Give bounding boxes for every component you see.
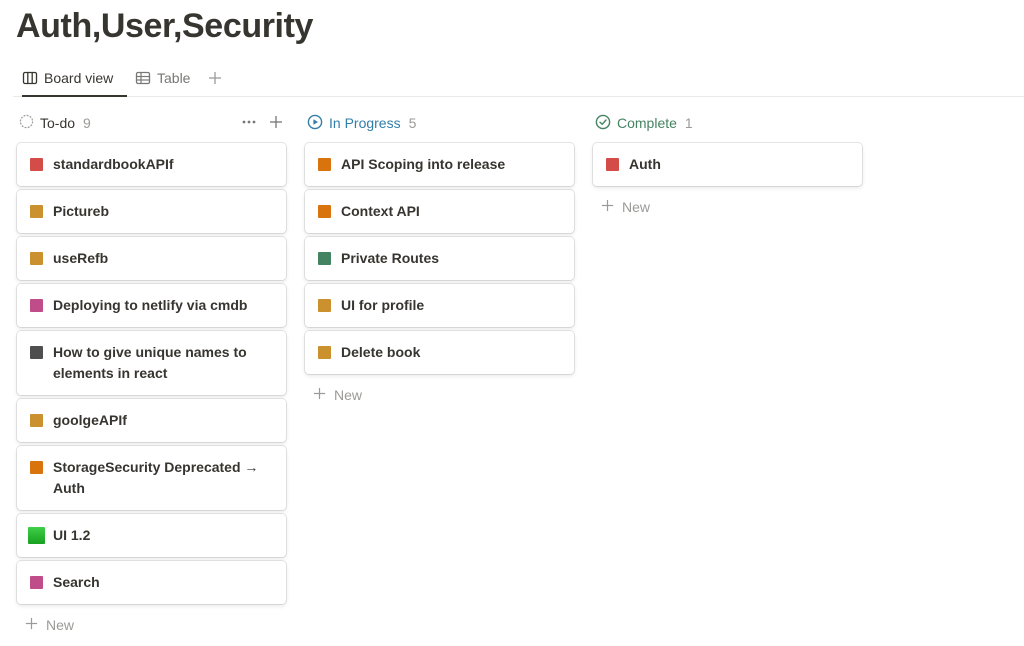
card-title: Auth <box>629 156 661 172</box>
card-title: standardbookAPIf <box>53 156 174 172</box>
card[interactable]: goolgeAPIf <box>17 399 286 442</box>
card[interactable]: Delete book <box>305 331 574 374</box>
card[interactable]: useRefb <box>17 237 286 280</box>
new-card-label: New <box>334 387 363 403</box>
column-header: In Progress 5 <box>305 112 575 134</box>
plus-icon <box>313 387 326 403</box>
color-square-icon <box>318 299 331 312</box>
new-card-button[interactable]: New <box>593 196 863 218</box>
card-title: Deploying to netlify via cmdb <box>53 297 248 313</box>
color-square-icon <box>30 461 43 474</box>
card-title: Pictureb <box>53 203 110 219</box>
card-title: UI 1.2 <box>53 527 91 543</box>
card[interactable]: Auth <box>593 143 862 186</box>
card[interactable]: Search <box>17 561 286 604</box>
play-circle-icon <box>307 114 323 133</box>
card[interactable]: StorageSecurity Deprecated → Auth <box>17 446 286 510</box>
column-count: 9 <box>83 115 91 131</box>
card-title: StorageSecurity Deprecated → Auth <box>53 459 259 496</box>
card-title: Context API <box>341 203 420 219</box>
card-title: API Scoping into release <box>341 156 506 172</box>
plus-icon <box>25 617 38 633</box>
circle-dashed-icon <box>19 114 34 132</box>
tab-table-label: Table <box>157 70 191 86</box>
color-square-icon <box>318 346 331 359</box>
new-card-button[interactable]: New <box>17 614 287 636</box>
card-list: Auth <box>593 143 863 186</box>
card[interactable]: standardbookAPIf <box>17 143 286 186</box>
card[interactable]: Deploying to netlify via cmdb <box>17 284 286 327</box>
view-tabs: Board view Table <box>13 60 1024 97</box>
card-list: API Scoping into release Context API Pri… <box>305 143 575 374</box>
new-card-label: New <box>46 617 75 633</box>
color-square-icon <box>606 158 619 171</box>
tab-table[interactable]: Table <box>135 60 199 96</box>
color-square-icon <box>318 252 331 265</box>
card[interactable]: Pictureb <box>17 190 286 233</box>
green-square-icon <box>28 527 45 544</box>
column-header: To-do 9 <box>17 112 287 134</box>
tab-board-view[interactable]: Board view <box>22 60 127 97</box>
new-card-label: New <box>622 199 651 215</box>
column-header: Complete 1 <box>593 112 863 134</box>
table-icon <box>135 70 151 86</box>
color-square-icon <box>30 414 43 427</box>
column-count: 5 <box>408 115 417 131</box>
color-square-icon <box>30 205 43 218</box>
card[interactable]: API Scoping into release <box>305 143 574 186</box>
color-square-icon <box>30 576 43 589</box>
card[interactable]: Context API <box>305 190 574 233</box>
new-card-button[interactable]: New <box>305 384 575 406</box>
card[interactable]: Private Routes <box>305 237 574 280</box>
page-title: Auth,User,Security <box>16 7 314 45</box>
color-square-icon <box>318 158 331 171</box>
card-title: How to give unique names to elements in … <box>53 344 247 381</box>
column-title: Complete <box>617 115 677 131</box>
card[interactable]: How to give unique names to elements in … <box>17 331 286 395</box>
column-title: In Progress <box>329 115 401 131</box>
plus-icon <box>208 71 222 85</box>
card[interactable]: UI 1.2 <box>17 514 286 557</box>
column-complete: Complete 1 Auth New <box>593 112 863 218</box>
column-actions <box>241 112 283 134</box>
check-circle-icon <box>595 114 611 133</box>
card-title: Search <box>53 574 100 590</box>
card-title: goolgeAPIf <box>53 412 127 428</box>
column-title: To-do <box>40 115 76 131</box>
card[interactable]: UI for profile <box>305 284 574 327</box>
card-title: Private Routes <box>341 250 440 266</box>
color-square-icon <box>30 158 43 171</box>
color-square-icon <box>30 299 43 312</box>
tab-board-label: Board view <box>44 70 114 86</box>
card-title: UI for profile <box>341 297 425 313</box>
color-square-icon <box>318 205 331 218</box>
card-title: useRefb <box>53 250 109 266</box>
column-in-progress: In Progress 5 API Scoping into release C… <box>305 112 575 406</box>
column-todo: To-do 9 standardbookAPIf Pictureb useRef… <box>17 112 287 636</box>
plus-icon <box>601 199 614 215</box>
color-square-icon <box>30 252 43 265</box>
card-list: standardbookAPIf Pictureb useRefb Deploy… <box>17 143 287 604</box>
more-icon[interactable] <box>241 114 257 133</box>
color-square-icon <box>30 346 43 359</box>
card-title: Delete book <box>341 344 421 360</box>
add-card-icon[interactable] <box>269 115 283 132</box>
column-count: 1 <box>684 115 693 131</box>
board-icon <box>22 70 38 86</box>
add-view-button[interactable] <box>206 60 224 96</box>
